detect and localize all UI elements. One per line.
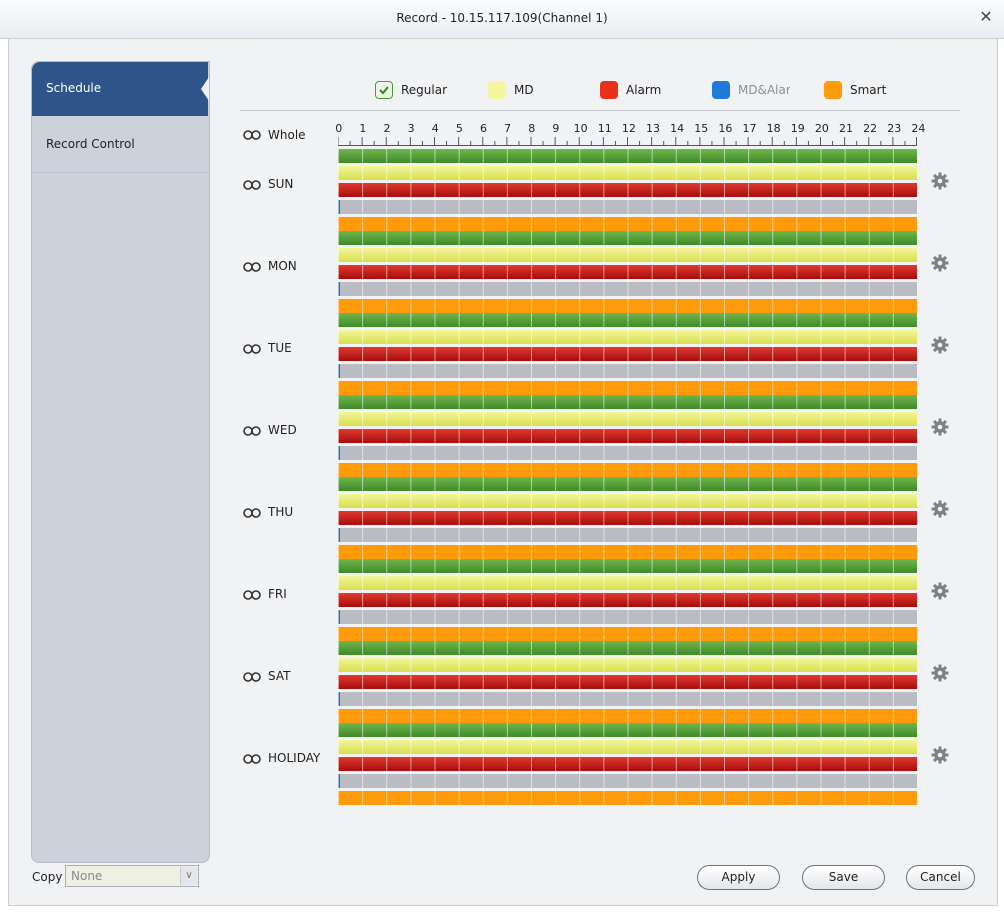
copy-label: Copy [32,870,63,884]
hour-gridlines [338,312,917,395]
link-icon[interactable] [243,426,261,436]
hour-label: 9 [552,122,560,135]
sidebar-item-label: Schedule [46,81,102,95]
gear-icon[interactable] [931,500,949,518]
gear-icon[interactable] [931,664,949,682]
hour-label: 4 [431,122,439,135]
sidebar-item-label: Record Control [46,137,135,151]
hour-label: 17 [742,122,757,135]
gear-icon[interactable] [931,582,949,600]
day-label: FRI [268,587,287,601]
gear-icon[interactable] [931,254,949,272]
legend-label: Alarm [626,83,662,97]
hour-gridlines [338,148,917,231]
hour-label: 24 [911,122,926,135]
day-schedule-thu[interactable] [338,476,917,559]
sidebar-item-record-control[interactable]: Record Control [32,118,208,173]
day-schedule-sun[interactable] [338,148,917,231]
sidebar [31,61,210,863]
hour-label: 23 [887,122,902,135]
checkbox-checked-icon[interactable] [375,81,393,99]
hour-label: 10 [573,122,588,135]
hour-label: 0 [335,122,343,135]
md-alarm-swatch-icon [712,81,730,99]
link-icon[interactable] [243,130,261,140]
hour-label: 14 [670,122,685,135]
hour-label: 22 [863,122,878,135]
hour-gridlines [338,230,917,313]
link-icon[interactable] [243,180,261,190]
close-icon[interactable]: ✕ [974,6,998,30]
chevron-down-icon[interactable]: ∨ [180,867,197,885]
hour-gridlines [338,558,917,641]
hour-label: 11 [597,122,612,135]
day-label: SAT [268,669,291,683]
copy-select-value: None [71,869,103,883]
hour-label: 18 [766,122,781,135]
hour-label: 19 [790,122,805,135]
hour-label: 15 [694,122,709,135]
apply-button[interactable]: Apply [697,865,780,890]
day-schedule-wed[interactable] [338,394,917,477]
day-label: HOLIDAY [268,751,321,765]
sidebar-item-schedule[interactable]: Schedule [32,62,209,116]
legend-label: Regular [401,83,448,97]
hour-label: 21 [839,122,854,135]
hour-label: 5 [455,122,463,135]
day-schedule-holiday[interactable] [338,722,917,805]
gear-icon[interactable] [931,418,949,436]
hour-gridlines [338,640,917,723]
legend-label: Smart [850,83,887,97]
day-schedule-fri[interactable] [338,558,917,641]
gear-icon[interactable] [931,172,949,190]
alarm-swatch-icon [600,81,618,99]
copy-select[interactable]: None ∨ [65,865,199,887]
hour-gridlines [338,476,917,559]
day-schedule-sat[interactable] [338,640,917,723]
link-icon[interactable] [243,262,261,272]
day-label: SUN [268,177,294,191]
hour-label: 6 [479,122,487,135]
hour-label: 20 [814,122,829,135]
legend-label: MD&Alarm [738,83,790,97]
whole-label: Whole [268,128,306,142]
hour-label: 13 [646,122,661,135]
smart-swatch-icon [824,81,842,99]
hour-gridlines [338,394,917,477]
link-icon[interactable] [243,508,261,518]
window-title: Record - 10.15.117.109(Channel 1) [396,11,608,25]
save-button[interactable]: Save [802,865,885,890]
hour-ruler [338,137,917,146]
hour-label: 3 [407,122,415,135]
legend-label: MD [514,83,534,97]
day-label: MON [268,259,297,273]
cancel-button[interactable]: Cancel [906,865,975,890]
hour-label: 1 [359,122,367,135]
link-icon[interactable] [243,672,261,682]
link-icon[interactable] [243,344,261,354]
day-schedule-tue[interactable] [338,312,917,395]
gear-icon[interactable] [931,336,949,354]
divider [240,110,960,111]
hour-label: 12 [621,122,636,135]
title-bar: Record - 10.15.117.109(Channel 1) ✕ [0,0,1004,39]
md-swatch-icon [488,81,506,99]
day-label: THU [268,505,294,519]
day-label: WED [268,423,297,437]
gear-icon[interactable] [931,746,949,764]
hour-label: 8 [528,122,536,135]
day-label: TUE [268,341,292,355]
link-icon[interactable] [243,754,261,764]
hour-label: 2 [383,122,391,135]
hour-gridlines [338,722,917,805]
link-icon[interactable] [243,590,261,600]
day-schedule-mon[interactable] [338,230,917,313]
hour-label: 16 [718,122,733,135]
hour-label: 7 [504,122,512,135]
